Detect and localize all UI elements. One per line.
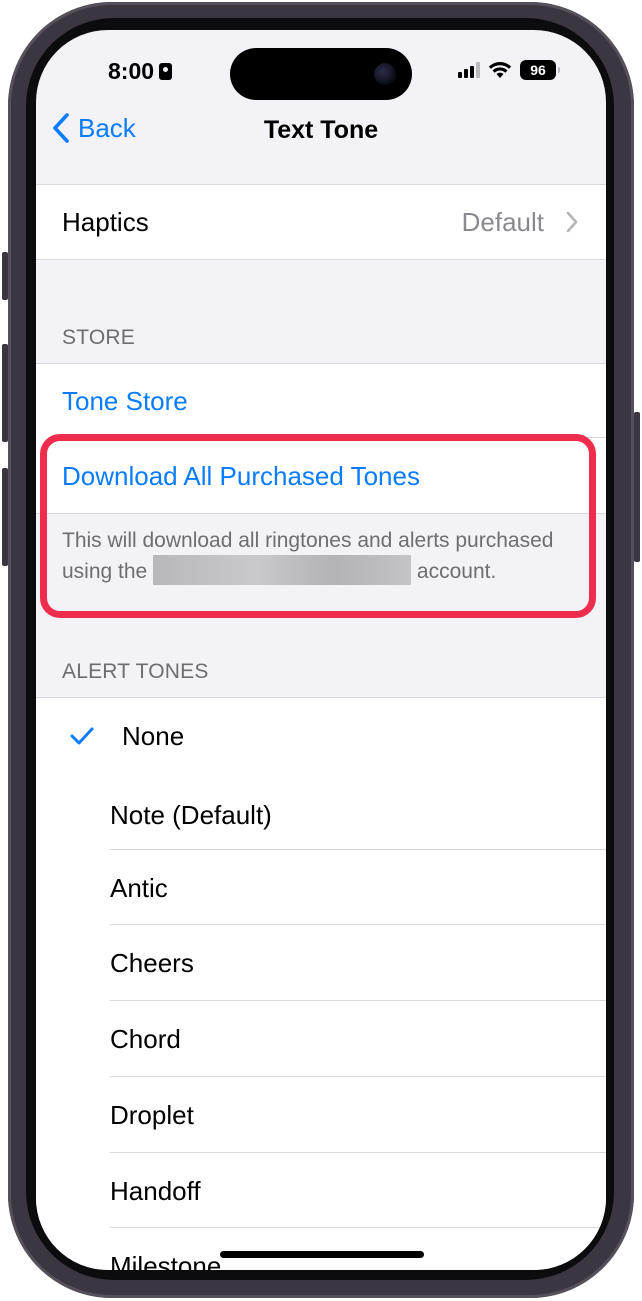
alert-tones-section-header: ALERT TONES <box>62 660 209 683</box>
battery-level: 96 <box>530 62 546 78</box>
tone-row-none[interactable]: None <box>36 697 606 774</box>
front-camera <box>374 63 396 85</box>
download-purchased-link: Download All Purchased Tones <box>62 461 420 491</box>
tone-label: Note (Default) <box>110 800 272 830</box>
screen: 8:00 96 Back Text Tone Haptics Default S… <box>36 30 606 1270</box>
tone-label: Cheers <box>110 948 194 978</box>
download-purchased-row[interactable]: Download All Purchased Tones <box>36 438 606 514</box>
tone-row-milestone[interactable]: Milestone <box>36 1228 606 1270</box>
tone-row-note[interactable]: Note (Default) <box>36 773 606 849</box>
wifi-icon <box>488 62 512 78</box>
status-time: 8:00 <box>108 58 173 85</box>
redacted-account <box>153 555 412 585</box>
tone-row-droplet[interactable]: Droplet <box>36 1077 606 1152</box>
haptics-row[interactable]: Haptics Default <box>36 184 606 260</box>
tone-label: Chord <box>110 1024 181 1054</box>
cellular-signal-icon <box>458 62 480 78</box>
status-indicators: 96 <box>458 60 560 80</box>
chevron-right-icon <box>566 211 578 233</box>
tone-row-chord[interactable]: Chord <box>36 1001 606 1076</box>
tone-label: Handoff <box>110 1176 201 1206</box>
tone-label: Antic <box>110 873 168 903</box>
tone-row-antic[interactable]: Antic <box>36 850 606 924</box>
home-indicator[interactable] <box>220 1251 424 1258</box>
tone-label: None <box>122 721 185 751</box>
haptics-label: Haptics <box>62 207 149 237</box>
action-button <box>2 252 8 300</box>
tone-row-cheers[interactable]: Cheers <box>36 925 606 1000</box>
tone-row-handoff[interactable]: Handoff <box>36 1153 606 1227</box>
tone-list: Note (Default) Antic Cheers Chord Drople… <box>36 773 606 1270</box>
tone-store-row[interactable]: Tone Store <box>36 363 606 438</box>
tone-label: Droplet <box>110 1100 194 1130</box>
haptics-value: Default <box>461 207 544 237</box>
battery-icon: 96 <box>520 60 560 80</box>
volume-down-button <box>2 468 8 566</box>
checkmark-icon <box>70 727 94 745</box>
tone-label: Milestone <box>110 1251 222 1270</box>
volume-up-button <box>2 344 8 442</box>
download-note: This will download all ringtones and ale… <box>62 526 562 586</box>
store-section-header: STORE <box>62 326 135 349</box>
status-time-label: 8:00 <box>108 58 155 84</box>
contact-card-icon <box>159 63 173 80</box>
power-button <box>634 412 640 562</box>
page-title: Text Tone <box>263 116 379 144</box>
download-note-account: account. <box>416 560 497 583</box>
tone-store-link: Tone Store <box>62 386 188 416</box>
dynamic-island <box>230 48 412 100</box>
